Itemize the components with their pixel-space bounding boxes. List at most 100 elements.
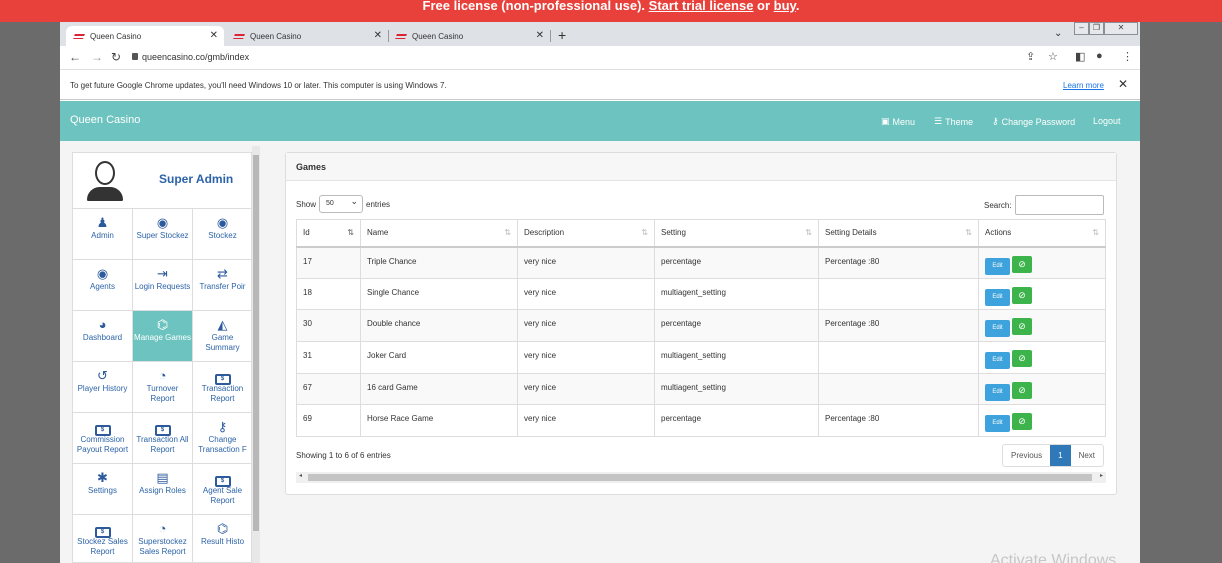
- table-scroll-thumb[interactable]: [308, 474, 1092, 481]
- dashboard-icon: ◕: [98, 317, 107, 332]
- restore-icon[interactable]: ❐: [1089, 22, 1104, 35]
- toggle-status-icon[interactable]: ⊘: [1012, 255, 1032, 273]
- scroll-left-icon[interactable]: ◂: [299, 472, 302, 479]
- sidebar-item-superstockez-sales-report[interactable]: ◔ Superstockez Sales Report: [133, 515, 193, 563]
- toggle-status-icon[interactable]: ⊘: [1012, 381, 1032, 399]
- sidebar-item-label: Change Transaction F: [198, 435, 247, 454]
- sidebar-item-agents[interactable]: ◉ Agents: [73, 260, 133, 311]
- sidebar-item-change-transaction-f[interactable]: ⚷ Change Transaction F: [193, 413, 253, 464]
- reload-icon[interactable]: ↻: [111, 50, 121, 64]
- table-hscrollbar[interactable]: ◂ ▸: [296, 472, 1106, 483]
- sidebar-item-login-requests[interactable]: ⇥ Login Requests: [133, 260, 193, 311]
- minimize-icon[interactable]: –: [1074, 22, 1089, 35]
- edit-button[interactable]: Edit: [985, 352, 1010, 370]
- new-tab-icon[interactable]: +: [558, 27, 566, 43]
- column-label: Actions: [985, 228, 1012, 238]
- next-page-button[interactable]: Next: [1071, 445, 1103, 466]
- entries-select[interactable]: 50: [319, 195, 364, 213]
- profile-icon[interactable]: ●: [1096, 50, 1103, 62]
- browser-window: Queen Casino ✕ Queen Casino ✕ Queen Casi…: [60, 22, 1140, 563]
- sidebar-item-transaction-report[interactable]: $ Transaction Report: [193, 362, 253, 413]
- sidebar-item-settings[interactable]: ✱ Settings: [73, 464, 133, 515]
- scroll-right-icon[interactable]: ▸: [1100, 472, 1103, 479]
- column-header-name[interactable]: Name ⇅: [360, 219, 518, 248]
- sidebar-item-label: Stockez Sales Report: [77, 537, 128, 556]
- change-password-button[interactable]: ⚷ Change Password: [992, 116, 1075, 127]
- tab-search-icon[interactable]: ⌄: [1054, 28, 1062, 39]
- buy-link[interactable]: buy: [774, 0, 796, 13]
- edit-button[interactable]: Edit: [985, 383, 1010, 401]
- search-control: Search:: [984, 195, 1104, 215]
- close-info-icon[interactable]: ✕: [1118, 77, 1128, 91]
- sliders-icon: ☰: [934, 116, 943, 126]
- close-tab-icon[interactable]: ✕: [536, 30, 544, 41]
- gamepad-icon: ⌬: [216, 521, 229, 536]
- window-close-icon[interactable]: ✕: [1104, 22, 1138, 35]
- sidebar-item-turnover-report[interactable]: ◔ Turnover Report: [133, 362, 193, 413]
- sidebar-item-transaction-all-report[interactable]: $ Transaction All Report: [133, 413, 193, 464]
- column-header-description[interactable]: Description ⇅: [517, 219, 655, 248]
- share-icon[interactable]: ⇪: [1026, 50, 1035, 63]
- tab-strip: Queen Casino ✕ Queen Casino ✕ Queen Casi…: [60, 22, 1140, 46]
- logout-button[interactable]: Logout: [1093, 116, 1121, 126]
- sidebar-item-admin[interactable]: ♟ Admin: [73, 209, 133, 260]
- sidebar-item-stockez-sales-report[interactable]: $ Stockez Sales Report: [73, 515, 133, 563]
- entries-label: entries: [366, 199, 391, 209]
- brand-title[interactable]: Queen Casino: [70, 114, 140, 126]
- sidebar-scroll-thumb[interactable]: [253, 155, 259, 531]
- sidebar-item-transfer-poir[interactable]: ⇄ Transfer Poir: [193, 260, 253, 311]
- user-circle-icon: ◉: [216, 215, 229, 230]
- edit-button[interactable]: Edit: [985, 415, 1010, 433]
- more-menu-icon[interactable]: ⋮: [1122, 50, 1133, 63]
- back-icon[interactable]: ←: [69, 50, 81, 64]
- toggle-status-icon[interactable]: ⊘: [1012, 286, 1032, 304]
- sidebar-item-super-stockez[interactable]: ◉ Super Stockez: [133, 209, 193, 260]
- favicon-icon: [233, 33, 245, 39]
- browser-tab-1[interactable]: Queen Casino ✕: [66, 26, 224, 46]
- close-tab-icon[interactable]: ✕: [210, 30, 218, 41]
- column-label: Setting Details: [825, 228, 877, 238]
- forward-icon[interactable]: →: [91, 50, 103, 64]
- column-header-actions[interactable]: Actions ⇅: [978, 219, 1106, 248]
- login-icon: ⇥: [157, 266, 168, 281]
- side-panel-icon[interactable]: ◧: [1075, 50, 1085, 63]
- theme-button[interactable]: ☰ Theme: [934, 116, 973, 127]
- url-field[interactable]: queencasino.co/gmb/index: [142, 52, 249, 62]
- toggle-status-icon[interactable]: ⊘: [1012, 350, 1032, 368]
- start-trial-link[interactable]: Start trial license: [649, 0, 754, 13]
- sidebar-item-manage-games[interactable]: ⌬ Manage Games: [133, 311, 193, 362]
- info-message: To get future Google Chrome updates, you…: [70, 81, 447, 90]
- search-input[interactable]: [1014, 195, 1104, 215]
- column-header-setting-details[interactable]: Setting Details ⇅: [818, 219, 979, 248]
- sidebar-item-dashboard[interactable]: ◕ Dashboard: [73, 311, 133, 362]
- toggle-status-icon[interactable]: ⊘: [1012, 413, 1032, 431]
- browser-tab-3[interactable]: Queen Casino ✕: [388, 26, 550, 46]
- edit-button[interactable]: Edit: [985, 257, 1010, 275]
- menu-button[interactable]: ▣ Menu: [881, 116, 915, 127]
- sidebar-item-result-histo[interactable]: ⌬ Result Histo: [193, 515, 253, 563]
- close-tab-icon[interactable]: ✕: [374, 30, 382, 41]
- sidebar-item-game-summary[interactable]: ◭ Game Summary: [193, 311, 253, 362]
- browser-tab-2[interactable]: Queen Casino ✕: [226, 26, 388, 46]
- cell-actions: Edit ⊘: [978, 372, 1106, 406]
- cell-id: 17: [296, 246, 361, 279]
- toggle-status-icon[interactable]: ⊘: [1012, 318, 1032, 336]
- learn-more-link[interactable]: Learn more: [1063, 81, 1104, 90]
- sort-asc-icon: ⇅: [347, 228, 354, 237]
- bookmark-star-icon[interactable]: ☆: [1048, 50, 1058, 63]
- sidebar-item-player-history[interactable]: ↺ Player History: [73, 362, 133, 413]
- sidebar-item-label: Manage Games: [134, 333, 191, 342]
- page-1-button[interactable]: 1: [1050, 445, 1071, 466]
- cell-setting: percentage: [654, 404, 819, 438]
- previous-page-button[interactable]: Previous: [1003, 445, 1050, 466]
- column-header-setting[interactable]: Setting ⇅: [654, 219, 819, 248]
- sidebar-item-stockez[interactable]: ◉ Stockez: [193, 209, 253, 260]
- sidebar-item-assign-roles[interactable]: ▤ Assign Roles: [133, 464, 193, 515]
- edit-button[interactable]: Edit: [985, 320, 1010, 338]
- sidebar-item-agent-sale-report[interactable]: $ Agent Sale Report: [193, 464, 253, 515]
- table-row: 30 Double chance very nice percentage Percen…: [296, 309, 1106, 343]
- sidebar-item-commission-payout-report[interactable]: $ Commission Payout Report: [73, 413, 133, 464]
- edit-button[interactable]: Edit: [985, 288, 1010, 306]
- sort-icon: ⇅: [641, 228, 648, 237]
- column-header-id[interactable]: Id ⇅: [296, 219, 361, 248]
